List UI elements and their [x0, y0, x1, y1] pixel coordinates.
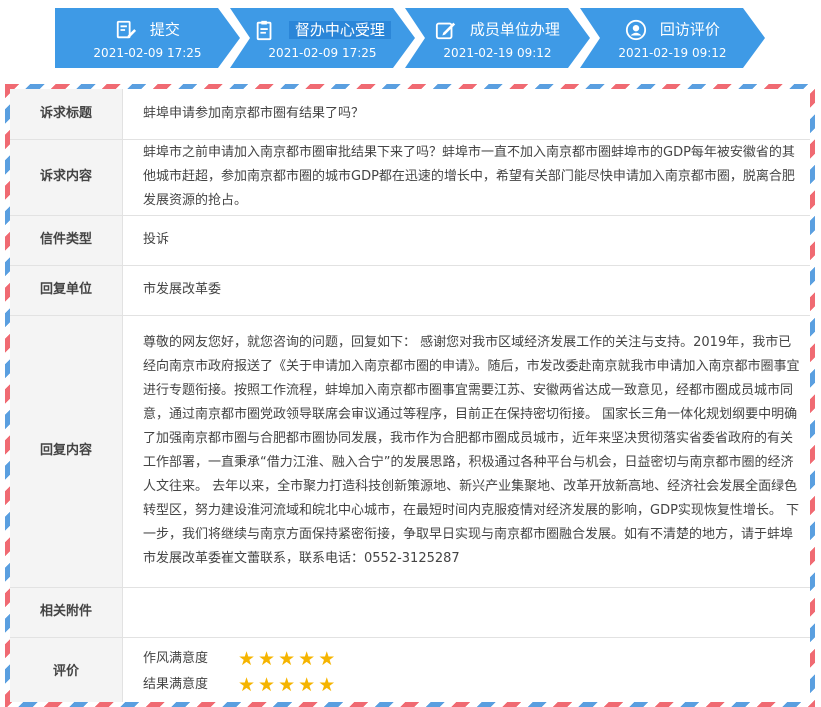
step-label: 回访评价	[659, 20, 720, 39]
attachments-label: 相关附件	[10, 587, 123, 638]
pen-square-icon	[435, 19, 457, 41]
step-label: 提交	[149, 20, 180, 39]
rating-result-label: 结果满意度	[143, 677, 209, 692]
reply-label: 回复内容	[10, 315, 123, 588]
rating-style-label: 作风满意度	[143, 651, 209, 666]
star-icon: ★	[238, 648, 256, 670]
progress-steps: 提交 2021-02-09 17:25 督办中心受理 2021-02-09 17…	[0, 0, 821, 80]
step-label: 督办中心受理	[289, 21, 391, 39]
step-date: 2021-02-19 09:12	[618, 46, 727, 60]
reply-value: 尊敬的网友您好，就您咨询的问题，回复如下： 感谢您对我市区域经济发展工作的关注与…	[122, 315, 810, 588]
step-date: 2021-02-09 17:25	[93, 46, 202, 60]
step-followup: 回访评价 2021-02-19 09:12	[580, 8, 765, 68]
user-circle-icon	[625, 19, 647, 41]
row-type: 信件类型 投诉	[10, 215, 810, 266]
rating-label: 评价	[10, 637, 123, 702]
rating-style: 作风满意度 ★ ★ ★ ★ ★	[143, 646, 800, 672]
step-member-handle: 成员单位办理 2021-02-19 09:12	[405, 8, 590, 68]
row-reply: 回复内容 尊敬的网友您好，就您咨询的问题，回复如下： 感谢您对我市区域经济发展工…	[10, 315, 810, 588]
step-center-accept: 督办中心受理 2021-02-09 17:25	[230, 8, 415, 68]
type-value: 投诉	[122, 215, 810, 266]
content-label: 诉求内容	[10, 139, 123, 216]
unit-value: 市发展改革委	[122, 265, 810, 316]
step-date: 2021-02-09 17:25	[268, 46, 377, 60]
star-icon: ★	[278, 648, 296, 670]
star-icon: ★	[258, 648, 276, 670]
content-value: 蚌埠市之前申请加入南京都市圈审批结果下来了吗？蚌埠市一直不加入南京都市圈蚌埠市的…	[122, 139, 810, 216]
attachments-value	[122, 587, 810, 638]
star-icon: ★	[238, 674, 256, 696]
subject-value: 蚌埠申请参加南京都市圈有结果了吗？	[122, 89, 810, 140]
star-icon: ★	[278, 674, 296, 696]
step-date: 2021-02-19 09:12	[443, 46, 552, 60]
edit-doc-icon	[115, 19, 137, 41]
row-unit: 回复单位 市发展改革委	[10, 265, 810, 316]
letter-envelope-border: 诉求标题 蚌埠申请参加南京都市圈有结果了吗？ 诉求内容 蚌埠市之前申请加入南京都…	[5, 84, 815, 707]
row-attachments: 相关附件	[10, 587, 810, 638]
row-subject: 诉求标题 蚌埠申请参加南京都市圈有结果了吗？	[10, 89, 810, 140]
star-icon: ★	[298, 674, 316, 696]
rating-result: 结果满意度 ★ ★ ★ ★ ★	[143, 672, 800, 698]
star-icon: ★	[298, 648, 316, 670]
star-icon: ★	[258, 674, 276, 696]
unit-label: 回复单位	[10, 265, 123, 316]
detail-panel: 诉求标题 蚌埠申请参加南京都市圈有结果了吗？ 诉求内容 蚌埠市之前申请加入南京都…	[10, 89, 810, 702]
star-icon: ★	[318, 648, 336, 670]
star-icon: ★	[318, 674, 336, 696]
subject-label: 诉求标题	[10, 89, 123, 140]
rating-value: 作风满意度 ★ ★ ★ ★ ★ 结果满意度 ★ ★ ★ ★ ★	[122, 637, 810, 702]
row-rating: 评价 作风满意度 ★ ★ ★ ★ ★ 结果满意度 ★ ★ ★ ★ ★	[10, 637, 810, 702]
type-label: 信件类型	[10, 215, 123, 266]
step-label: 成员单位办理	[469, 20, 560, 39]
row-content: 诉求内容 蚌埠市之前申请加入南京都市圈审批结果下来了吗？蚌埠市一直不加入南京都市…	[10, 139, 810, 216]
detail-table: 诉求标题 蚌埠申请参加南京都市圈有结果了吗？ 诉求内容 蚌埠市之前申请加入南京都…	[10, 89, 810, 702]
step-submit: 提交 2021-02-09 17:25	[55, 8, 240, 68]
clipboard-icon	[254, 19, 276, 41]
